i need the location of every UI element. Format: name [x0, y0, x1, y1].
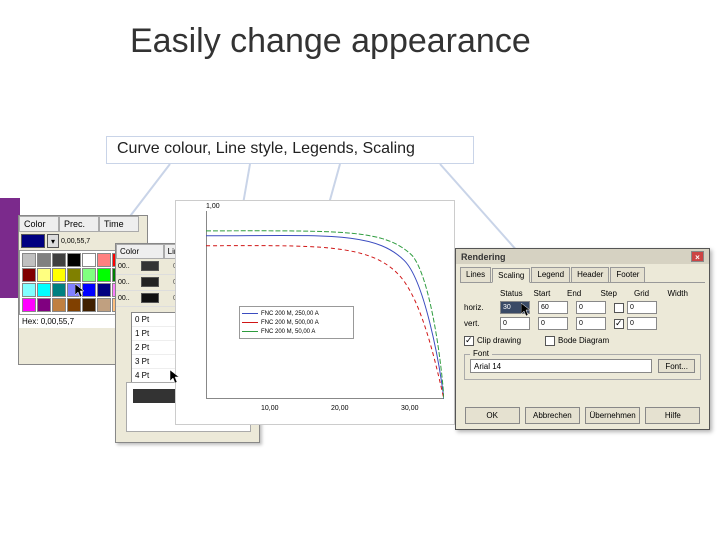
- hex-label: Hex:: [22, 317, 38, 326]
- selected-color-swatch[interactable]: [21, 234, 45, 248]
- col-status: Status: [500, 289, 534, 298]
- horiz-width-input[interactable]: [627, 301, 657, 314]
- tab-legend[interactable]: Legend: [531, 267, 570, 282]
- legend-entry: FNC 200 M, 50,00 A: [242, 327, 351, 336]
- color-swatch[interactable]: [82, 253, 96, 267]
- color-swatch[interactable]: [67, 253, 81, 267]
- col-header-prec: Prec.: [59, 216, 99, 232]
- color-swatch[interactable]: [82, 283, 96, 297]
- hex-value: 0,00,55,7: [41, 317, 74, 326]
- color-swatch[interactable]: [22, 253, 36, 267]
- chart-legend: FNC 200 M, 250,00 AFNC 200 M, 500,00 AFN…: [239, 306, 354, 339]
- legend-entry: FNC 200 M, 500,00 A: [242, 318, 351, 327]
- hilfe-button[interactable]: Hilfe: [645, 407, 700, 424]
- col-start: Start: [534, 289, 568, 298]
- horiz-end-input[interactable]: [538, 301, 568, 314]
- col-header-time: Time: [99, 216, 139, 232]
- übernehmen-button[interactable]: Übernehmen: [585, 407, 640, 424]
- color-swatch[interactable]: [97, 268, 111, 282]
- col-width: Width: [668, 289, 702, 298]
- x-tick-2: 30,00: [401, 405, 419, 412]
- bode-diagram-label: Bode Diagram: [558, 336, 609, 345]
- color-swatch[interactable]: [97, 298, 111, 312]
- color-swatch[interactable]: [22, 268, 36, 282]
- color-swatch[interactable]: [67, 298, 81, 312]
- vert-start-input[interactable]: [500, 317, 530, 330]
- color-swatch[interactable]: [37, 283, 51, 297]
- line-weight-option[interactable]: 3 Pt: [132, 355, 180, 369]
- decorative-sidebar: [0, 198, 20, 298]
- color-swatch[interactable]: [52, 253, 66, 267]
- color-swatch[interactable]: [82, 268, 96, 282]
- color-swatch[interactable]: [67, 283, 81, 297]
- dialog-tabstrip: LinesScalingLegendHeaderFooter: [460, 267, 705, 283]
- font-section-label: Font: [470, 349, 492, 358]
- tab-footer[interactable]: Footer: [610, 267, 645, 282]
- color-swatch[interactable]: [52, 283, 66, 297]
- row-vert-label: vert.: [464, 319, 500, 328]
- x-tick-0: 10,00: [261, 405, 279, 412]
- selected-hex-inline: 0,00,55,7: [61, 238, 90, 245]
- x-tick-1: 20,00: [331, 405, 349, 412]
- legend-entry: FNC 200 M, 250,00 A: [242, 309, 351, 318]
- color-dropdown-button[interactable]: ▾: [47, 234, 59, 248]
- tab-lines[interactable]: Lines: [460, 267, 491, 282]
- tab-scaling[interactable]: Scaling: [492, 268, 530, 283]
- ls-header-color: Color: [116, 244, 164, 259]
- horiz-grid-checkbox[interactable]: [614, 303, 624, 313]
- vert-width-input[interactable]: [627, 317, 657, 330]
- abbrechen-button[interactable]: Abbrechen: [525, 407, 580, 424]
- col-end: End: [567, 289, 601, 298]
- horiz-start-input[interactable]: [500, 301, 530, 314]
- ok-button[interactable]: OK: [465, 407, 520, 424]
- rendering-dialog: Rendering × LinesScalingLegendHeaderFoot…: [455, 248, 710, 430]
- row-horiz-label: horiz.: [464, 303, 500, 312]
- col-header-color: Color: [19, 216, 59, 232]
- font-field[interactable]: [470, 359, 652, 373]
- color-swatch[interactable]: [52, 268, 66, 282]
- col-step: Step: [601, 289, 635, 298]
- col-grid: Grid: [634, 289, 668, 298]
- line-weight-option[interactable]: 1 Pt: [132, 327, 180, 341]
- slide-title: Easily change appearance: [130, 22, 531, 61]
- color-swatch[interactable]: [97, 283, 111, 297]
- close-icon[interactable]: ×: [691, 251, 704, 262]
- color-swatch[interactable]: [52, 298, 66, 312]
- color-swatch[interactable]: [22, 298, 36, 312]
- tab-header[interactable]: Header: [571, 267, 609, 282]
- clip-drawing-label: Clip drawing: [477, 336, 521, 345]
- color-swatch[interactable]: [82, 298, 96, 312]
- line-weight-option[interactable]: 0 Pt: [132, 313, 180, 327]
- vert-end-input[interactable]: [538, 317, 568, 330]
- vert-grid-checkbox[interactable]: [614, 319, 624, 329]
- chart-area: 1,00 FNC 200 M, 250,00 AFNC 200 M, 500,0…: [175, 200, 455, 425]
- color-swatch[interactable]: [97, 253, 111, 267]
- color-swatch[interactable]: [67, 268, 81, 282]
- color-swatch[interactable]: [37, 268, 51, 282]
- bode-diagram-checkbox[interactable]: [545, 336, 555, 346]
- font-button[interactable]: Font...: [658, 359, 695, 373]
- vert-step-input[interactable]: [576, 317, 606, 330]
- subtitle-caption: Curve colour, Line style, Legends, Scali…: [106, 136, 474, 164]
- color-swatch[interactable]: [37, 253, 51, 267]
- dialog-title: Rendering: [461, 252, 506, 262]
- y-axis-top-label: 1,00: [206, 203, 220, 210]
- line-weight-option[interactable]: 2 Pt: [132, 341, 180, 355]
- line-weight-option[interactable]: 4 Pt: [132, 369, 180, 383]
- horiz-step-input[interactable]: [576, 301, 606, 314]
- clip-drawing-checkbox[interactable]: [464, 336, 474, 346]
- color-swatch[interactable]: [37, 298, 51, 312]
- color-swatch[interactable]: [22, 283, 36, 297]
